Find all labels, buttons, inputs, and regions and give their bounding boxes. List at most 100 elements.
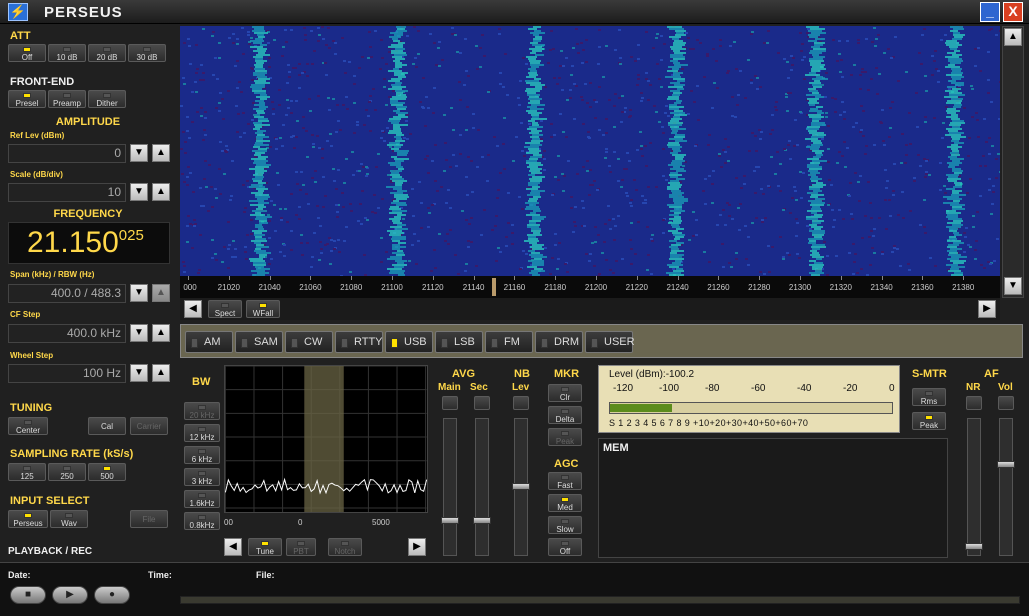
scale-up-button[interactable]: ▲ (152, 183, 170, 201)
record-button[interactable]: ● (94, 586, 130, 604)
stop-button[interactable]: ■ (10, 586, 46, 604)
bw-button-4[interactable]: 1.6kHz (184, 490, 220, 508)
mkr-peak-button[interactable]: Peak (548, 428, 582, 446)
nb-knob[interactable] (512, 483, 530, 490)
af-vol-knob[interactable] (997, 461, 1015, 468)
cf-step-field[interactable]: 400.0 kHz (8, 324, 126, 343)
bw-button-3[interactable]: 3 kHz (184, 468, 220, 486)
filter-right-button[interactable]: ▶ (408, 538, 426, 556)
mode-button-am[interactable]: AM (185, 331, 233, 353)
af-nr-button[interactable] (966, 396, 982, 410)
smtr-rms-button[interactable]: Rms (912, 388, 946, 406)
axis-tick-mark (432, 276, 434, 280)
af-nr-slider[interactable] (965, 418, 983, 556)
span-down-button[interactable]: ▼ (130, 284, 148, 302)
agc-button-3[interactable]: Off (548, 538, 582, 556)
agc-button-2[interactable]: Slow (548, 516, 582, 534)
meter-scale-label: -100 (659, 383, 680, 394)
frontend-button-0[interactable]: Presel (8, 90, 46, 108)
sampling-button-1[interactable]: 250 (48, 463, 86, 481)
tune-button[interactable]: Tune (248, 538, 282, 556)
mkr-clr-button[interactable]: Clr (548, 384, 582, 402)
play-button[interactable]: ▶ (52, 586, 88, 604)
agc-button-0[interactable]: Fast (548, 472, 582, 490)
scroll-down-button[interactable]: ▼ (1004, 277, 1022, 295)
scale-down-button[interactable]: ▼ (130, 183, 148, 201)
mode-button-lsb[interactable]: LSB (435, 331, 483, 353)
avg-main-knob[interactable] (441, 517, 459, 524)
tune-cursor[interactable] (492, 278, 496, 296)
waterfall-display[interactable] (180, 26, 1000, 276)
nb-slider[interactable] (512, 418, 530, 556)
tuning-center-button[interactable]: Center (8, 417, 48, 435)
spect-button[interactable]: Spect (208, 300, 242, 318)
scale-field[interactable]: 10 (8, 183, 126, 202)
wheel-step-field[interactable]: 100 Hz (8, 364, 126, 383)
mode-button-cw[interactable]: CW (285, 331, 333, 353)
filter-left-button[interactable]: ◀ (224, 538, 242, 556)
sampling-button-0[interactable]: 125 (8, 463, 46, 481)
att-button-2[interactable]: 20 dB (88, 44, 126, 62)
bw-button-2[interactable]: 6 kHz (184, 446, 220, 464)
mode-button-user[interactable]: USER (585, 331, 635, 353)
input-perseus-button[interactable]: Perseus (8, 510, 48, 528)
demod-mode-bar: AM SAM CW RTTY USB LSB FM DRM USER (180, 324, 1023, 358)
mode-button-rtty[interactable]: RTTY (335, 331, 383, 353)
ref-level-down-button[interactable]: ▼ (130, 144, 148, 162)
af-nr-knob[interactable] (965, 543, 983, 550)
mkr-delta-button[interactable]: Delta (548, 406, 582, 424)
att-button-3[interactable]: 30 dB (128, 44, 166, 62)
af-vol-button[interactable] (998, 396, 1014, 410)
input-wav-button[interactable]: Wav (50, 510, 88, 528)
avg-sec-button[interactable] (474, 396, 490, 410)
avg-sec-slider[interactable] (473, 418, 491, 556)
ref-level-field[interactable]: 0 (8, 144, 126, 163)
wfall-button[interactable]: WFall (246, 300, 280, 318)
pbt-button[interactable]: PBT (286, 538, 316, 556)
span-field[interactable]: 400.0 / 488.3 (8, 284, 126, 303)
playback-progress[interactable] (180, 596, 1020, 604)
agc-button-3-led (561, 541, 569, 546)
att-button-1[interactable]: 10 dB (48, 44, 86, 62)
mode-button-fm[interactable]: FM (485, 331, 533, 353)
smtr-peak-led (925, 415, 933, 420)
nav-right-button[interactable]: ▶ (978, 300, 996, 318)
ref-level-up-button[interactable]: ▲ (152, 144, 170, 162)
scroll-up-button[interactable]: ▲ (1004, 28, 1022, 46)
frontend-button-1[interactable]: Preamp (48, 90, 86, 108)
wheel-step-down-button[interactable]: ▼ (130, 364, 148, 382)
tuning-cal-button[interactable]: Cal (88, 417, 126, 435)
notch-button[interactable]: Notch (328, 538, 362, 556)
mode-button-sam[interactable]: SAM (235, 331, 283, 353)
tuning-carrier-button[interactable]: Carrier (130, 417, 168, 435)
span-up-button[interactable]: ▲ (152, 284, 170, 302)
filter-spectrum-display[interactable] (224, 365, 428, 513)
minimize-button[interactable]: _ (980, 2, 1000, 22)
avg-main-button[interactable] (442, 396, 458, 410)
frontend-button-2[interactable]: Dither (88, 90, 126, 108)
smtr-peak-button[interactable]: Peak (912, 412, 946, 430)
avg-main-slider[interactable] (441, 418, 459, 556)
bw-button-1[interactable]: 12 kHz (184, 424, 220, 442)
att-button-0[interactable]: Off (8, 44, 46, 62)
frontend-button-1-label: Preamp (52, 99, 81, 108)
bw-button-0[interactable]: 20 kHz (184, 402, 220, 420)
frequency-display[interactable]: 21.150025 (8, 222, 170, 264)
mode-button-usb[interactable]: USB (385, 331, 433, 353)
bw-button-5[interactable]: 0.8kHz (184, 512, 220, 530)
close-button[interactable]: X (1003, 2, 1023, 22)
agc-button-1[interactable]: Med (548, 494, 582, 512)
avg-sec-knob[interactable] (473, 517, 491, 524)
input-file-button[interactable]: File (130, 510, 168, 528)
notch-label: Notch (334, 547, 356, 556)
nb-button[interactable] (513, 396, 529, 410)
af-vol-slider[interactable] (997, 418, 1015, 556)
pbt-led (297, 541, 305, 546)
cf-step-down-button[interactable]: ▼ (130, 324, 148, 342)
mode-button-drm[interactable]: DRM (535, 331, 583, 353)
nav-left-button[interactable]: ◀ (184, 300, 202, 318)
cf-step-up-button[interactable]: ▲ (152, 324, 170, 342)
wheel-step-up-button[interactable]: ▲ (152, 364, 170, 382)
waterfall-scrollbar[interactable]: ▲ ▼ (1002, 26, 1024, 298)
sampling-button-2[interactable]: 500 (88, 463, 126, 481)
